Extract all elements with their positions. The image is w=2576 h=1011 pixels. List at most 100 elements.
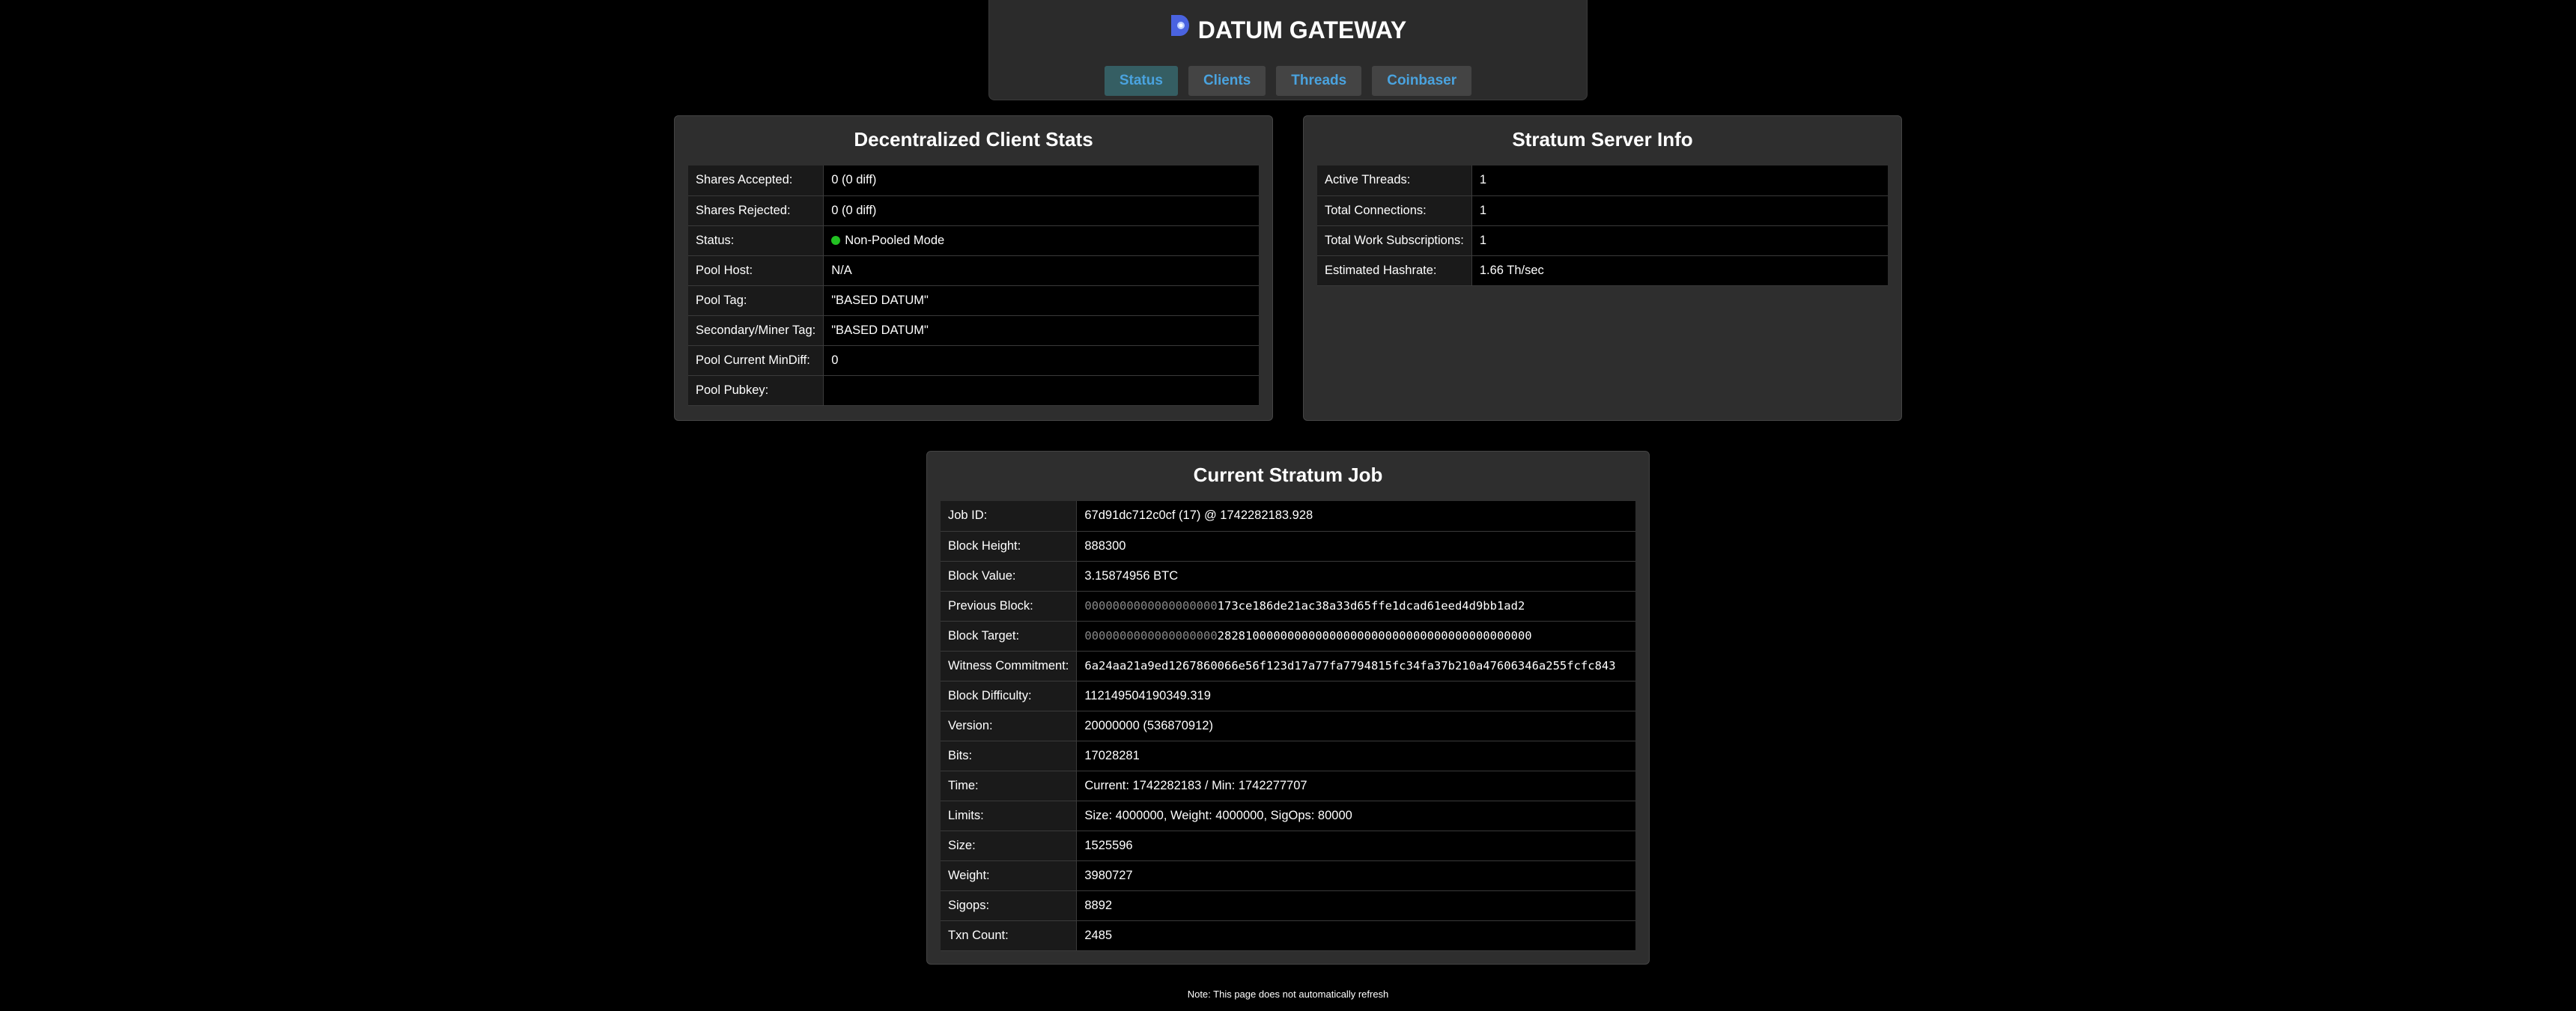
row-label: Witness Commitment: bbox=[941, 651, 1078, 681]
table-row: Block Difficulty: 112149504190349.319 bbox=[941, 681, 1635, 711]
row-label: Version: bbox=[941, 711, 1078, 741]
row-label: Previous Block: bbox=[941, 591, 1078, 622]
row-value: Size: 4000000, Weight: 4000000, SigOps: … bbox=[1076, 801, 1635, 831]
row-value: 20000000 (536870912) bbox=[1076, 711, 1635, 741]
row-label: Active Threads: bbox=[1317, 166, 1472, 196]
table-row: Block Height: 888300 bbox=[941, 531, 1635, 562]
client-stats-title: Decentralized Client Stats bbox=[854, 128, 1093, 151]
row-label: Txn Count: bbox=[941, 920, 1078, 951]
status-text: Non-Pooled Mode bbox=[845, 233, 945, 247]
row-value bbox=[823, 375, 1259, 406]
table-row: Pool Tag: "BASED DATUM" bbox=[688, 285, 1259, 316]
row-value: 0 (0 diff) bbox=[823, 195, 1259, 226]
table-row: Size: 1525596 bbox=[941, 831, 1635, 861]
stratum-info-table: Active Threads: 1 Total Connections: 1 T… bbox=[1317, 166, 1888, 286]
row-label: Limits: bbox=[941, 801, 1078, 831]
stratum-job-panel: Current Stratum Job Job ID: 67d91dc712c0… bbox=[926, 451, 1650, 965]
row-label: Secondary/Miner Tag: bbox=[688, 315, 824, 346]
table-row: Pool Host: N/A bbox=[688, 255, 1259, 286]
row-value: 8892 bbox=[1076, 890, 1635, 921]
table-row: Estimated Hashrate: 1.66 Th/sec bbox=[1317, 255, 1888, 286]
row-label: Pool Host: bbox=[688, 255, 824, 286]
table-row: Txn Count: 2485 bbox=[941, 920, 1635, 951]
hash-value: 2828100000000000000000000000000000000000… bbox=[1217, 629, 1532, 643]
table-row: Block Target: 00000000000000000002828100… bbox=[941, 621, 1635, 652]
row-value: N/A bbox=[823, 255, 1259, 286]
nav-clients-button[interactable]: Clients bbox=[1188, 66, 1266, 96]
table-row: Total Connections: 1 bbox=[1317, 195, 1888, 226]
row-value: 67d91dc712c0cf (17) @ 1742282183.928 bbox=[1076, 501, 1635, 532]
row-value: 1 bbox=[1471, 195, 1888, 226]
table-row: Active Threads: 1 bbox=[1317, 166, 1888, 196]
row-label: Pool Current MinDiff: bbox=[688, 345, 824, 376]
row-label: Block Difficulty: bbox=[941, 681, 1078, 711]
hash-leading-zeros: 0000000000000000000 bbox=[1084, 629, 1218, 643]
table-row: Job ID: 67d91dc712c0cf (17) @ 1742282183… bbox=[941, 501, 1635, 532]
row-value: "BASED DATUM" bbox=[823, 315, 1259, 346]
row-label: Total Connections: bbox=[1317, 195, 1472, 226]
row-label: Weight: bbox=[941, 860, 1078, 891]
row-label: Size: bbox=[941, 831, 1078, 861]
stratum-job-table: Job ID: 67d91dc712c0cf (17) @ 1742282183… bbox=[941, 501, 1635, 951]
table-row: Witness Commitment: 6a24aa21a9ed12678600… bbox=[941, 651, 1635, 681]
datum-logo-icon bbox=[1170, 13, 1191, 46]
row-label: Bits: bbox=[941, 741, 1078, 771]
table-row: Shares Rejected: 0 (0 diff) bbox=[688, 195, 1259, 226]
table-row: Total Work Subscriptions: 1 bbox=[1317, 225, 1888, 256]
stratum-info-title: Stratum Server Info bbox=[1512, 128, 1693, 151]
row-value: Non-Pooled Mode bbox=[823, 225, 1259, 256]
table-row: Time: Current: 1742282183 / Min: 1742277… bbox=[941, 771, 1635, 801]
row-value: 0000000000000000000173ce186de21ac38a33d6… bbox=[1076, 591, 1635, 622]
table-row: Bits: 17028281 bbox=[941, 741, 1635, 771]
row-label: Time: bbox=[941, 771, 1078, 801]
app-title-text: DATUM GATEWAY bbox=[1197, 16, 1407, 43]
row-value: 17028281 bbox=[1076, 741, 1635, 771]
table-row: Pool Pubkey: bbox=[688, 375, 1259, 406]
row-label: Block Target: bbox=[941, 621, 1078, 652]
hash-value: 173ce186de21ac38a33d65ffe1dcad61eed4d9bb… bbox=[1217, 599, 1525, 613]
row-label: Status: bbox=[688, 225, 824, 256]
hash-leading-zeros: 0000000000000000000 bbox=[1084, 599, 1218, 613]
client-stats-table: Shares Accepted: 0 (0 diff) Shares Rejec… bbox=[688, 166, 1259, 406]
row-label: Pool Pubkey: bbox=[688, 375, 824, 406]
table-row: Previous Block: 0000000000000000000173ce… bbox=[941, 591, 1635, 622]
nav-coinbaser-button[interactable]: Coinbaser bbox=[1372, 66, 1472, 96]
table-row: Pool Current MinDiff: 0 bbox=[688, 345, 1259, 376]
status-dot-icon bbox=[831, 235, 841, 245]
table-row: Sigops: 8892 bbox=[941, 890, 1635, 921]
table-row: Version: 20000000 (536870912) bbox=[941, 711, 1635, 741]
row-value: 3.15874956 BTC bbox=[1076, 561, 1635, 592]
row-value: 3980727 bbox=[1076, 860, 1635, 891]
refresh-note: Note: This page does not automatically r… bbox=[1187, 989, 1389, 1000]
row-value: "BASED DATUM" bbox=[823, 285, 1259, 316]
row-value: 6a24aa21a9ed1267860066e56f123d17a77fa779… bbox=[1076, 651, 1635, 681]
row-label: Total Work Subscriptions: bbox=[1317, 225, 1472, 256]
client-stats-panel: Decentralized Client Stats Shares Accept… bbox=[674, 115, 1273, 421]
row-value: 888300 bbox=[1076, 531, 1635, 562]
row-value: 0 (0 diff) bbox=[823, 166, 1259, 196]
table-row: Secondary/Miner Tag: "BASED DATUM" bbox=[688, 315, 1259, 346]
row-label: Block Value: bbox=[941, 561, 1078, 592]
row-value: 1 bbox=[1471, 166, 1888, 196]
row-label: Job ID: bbox=[941, 501, 1078, 532]
row-label: Pool Tag: bbox=[688, 285, 824, 316]
nav-status-button[interactable]: Status bbox=[1104, 66, 1178, 96]
header-panel: DATUM GATEWAY Status Clients Threads Coinba… bbox=[988, 0, 1588, 100]
table-row: Shares Accepted: 0 (0 diff) bbox=[688, 166, 1259, 196]
row-label: Estimated Hashrate: bbox=[1317, 255, 1472, 286]
row-value: 2485 bbox=[1076, 920, 1635, 951]
row-value: 1525596 bbox=[1076, 831, 1635, 861]
table-row: Status: Non-Pooled Mode bbox=[688, 225, 1259, 256]
nav-threads-button[interactable]: Threads bbox=[1276, 66, 1362, 96]
table-row: Block Value: 3.15874956 BTC bbox=[941, 561, 1635, 592]
row-label: Shares Rejected: bbox=[688, 195, 824, 226]
stratum-job-title: Current Stratum Job bbox=[1193, 464, 1383, 486]
row-value: 0 bbox=[823, 345, 1259, 376]
row-label: Shares Accepted: bbox=[688, 166, 824, 196]
row-value: 1 bbox=[1471, 225, 1888, 256]
row-label: Block Height: bbox=[941, 531, 1078, 562]
row-value: 112149504190349.319 bbox=[1076, 681, 1635, 711]
stratum-info-panel: Stratum Server Info Active Threads: 1 To… bbox=[1303, 115, 1902, 421]
row-value: 1.66 Th/sec bbox=[1471, 255, 1888, 286]
table-row: Weight: 3980727 bbox=[941, 860, 1635, 891]
